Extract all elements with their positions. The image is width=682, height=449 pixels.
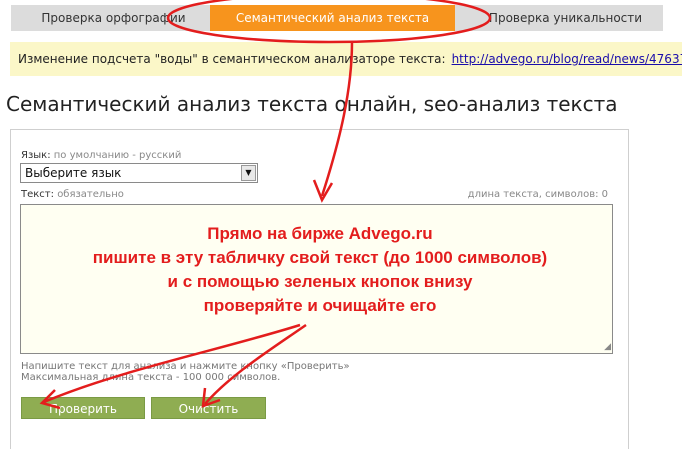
page-title: Семантический анализ текста онлайн, seo-… (6, 92, 618, 116)
resize-grip-icon[interactable]: ◢ (604, 343, 611, 352)
text-label: Текст: (21, 189, 54, 200)
tab-bar: Проверка орфографии Семантический анализ… (11, 5, 663, 31)
annotation-line: проверяйте и очищайте его (203, 296, 437, 315)
news-notice: Изменение подсчета "воды" в семантическо… (10, 42, 682, 76)
language-label-row: Язык: по умолчанию - русский (21, 150, 181, 161)
chevron-down-icon[interactable]: ▼ (241, 165, 256, 181)
language-label: Язык: (21, 150, 51, 161)
tab-spellcheck[interactable]: Проверка орфографии (26, 5, 201, 31)
annotation-text: Прямо на бирже Advego.ru пишите в эту та… (40, 222, 600, 318)
clear-button[interactable]: Очистить (151, 397, 266, 419)
annotation-line: пишите в эту табличку свой текст (до 100… (92, 248, 548, 267)
notice-text: Изменение подсчета "воды" в семантическо… (18, 52, 446, 66)
annotation-line: и с помощью зеленых кнопок внизу (167, 272, 473, 291)
annotation-line: Прямо на бирже Advego.ru (207, 224, 433, 243)
hint-line: Напишите текст для анализа и нажмите кно… (21, 361, 350, 372)
tab-uniqueness[interactable]: Проверка уникальности (473, 5, 658, 31)
language-select[interactable]: Выберите язык ▼ (20, 163, 258, 183)
check-button[interactable]: Проверить (21, 397, 145, 419)
text-length-counter: длина текста, символов: 0 (467, 189, 608, 200)
input-hint: Напишите текст для анализа и нажмите кно… (21, 361, 350, 383)
hint-line: Максимальная длина текста - 100 000 симв… (21, 372, 281, 383)
text-required-note: обязательно (57, 189, 124, 200)
language-default-note: по умолчанию - русский (53, 150, 182, 161)
text-label-row: Текст: обязательно (21, 189, 124, 200)
notice-link[interactable]: http://advego.ru/blog/read/news/476373 (452, 52, 682, 66)
tab-semantic-analysis[interactable]: Семантический анализ текста (210, 5, 455, 31)
language-selected-value: Выберите язык (25, 166, 122, 180)
